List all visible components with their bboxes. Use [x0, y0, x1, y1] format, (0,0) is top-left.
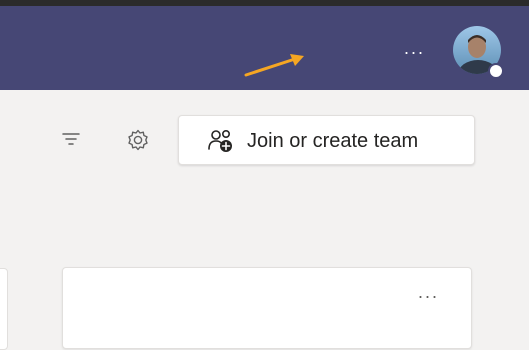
join-or-create-team-button[interactable]: Join or create team [178, 115, 475, 165]
gear-icon[interactable] [124, 126, 152, 154]
people-add-icon [207, 128, 235, 154]
filter-icon[interactable] [58, 126, 84, 152]
status-dot-icon [488, 63, 504, 79]
teams-content: Join or create team ··· [0, 90, 529, 350]
team-card[interactable]: ··· [62, 267, 472, 349]
team-card-more-button[interactable]: ··· [411, 286, 445, 306]
more-options-button[interactable]: ··· [400, 42, 428, 62]
join-button-label: Join or create team [247, 130, 419, 152]
arrow-icon [244, 54, 304, 77]
team-card-partial[interactable] [0, 268, 8, 350]
